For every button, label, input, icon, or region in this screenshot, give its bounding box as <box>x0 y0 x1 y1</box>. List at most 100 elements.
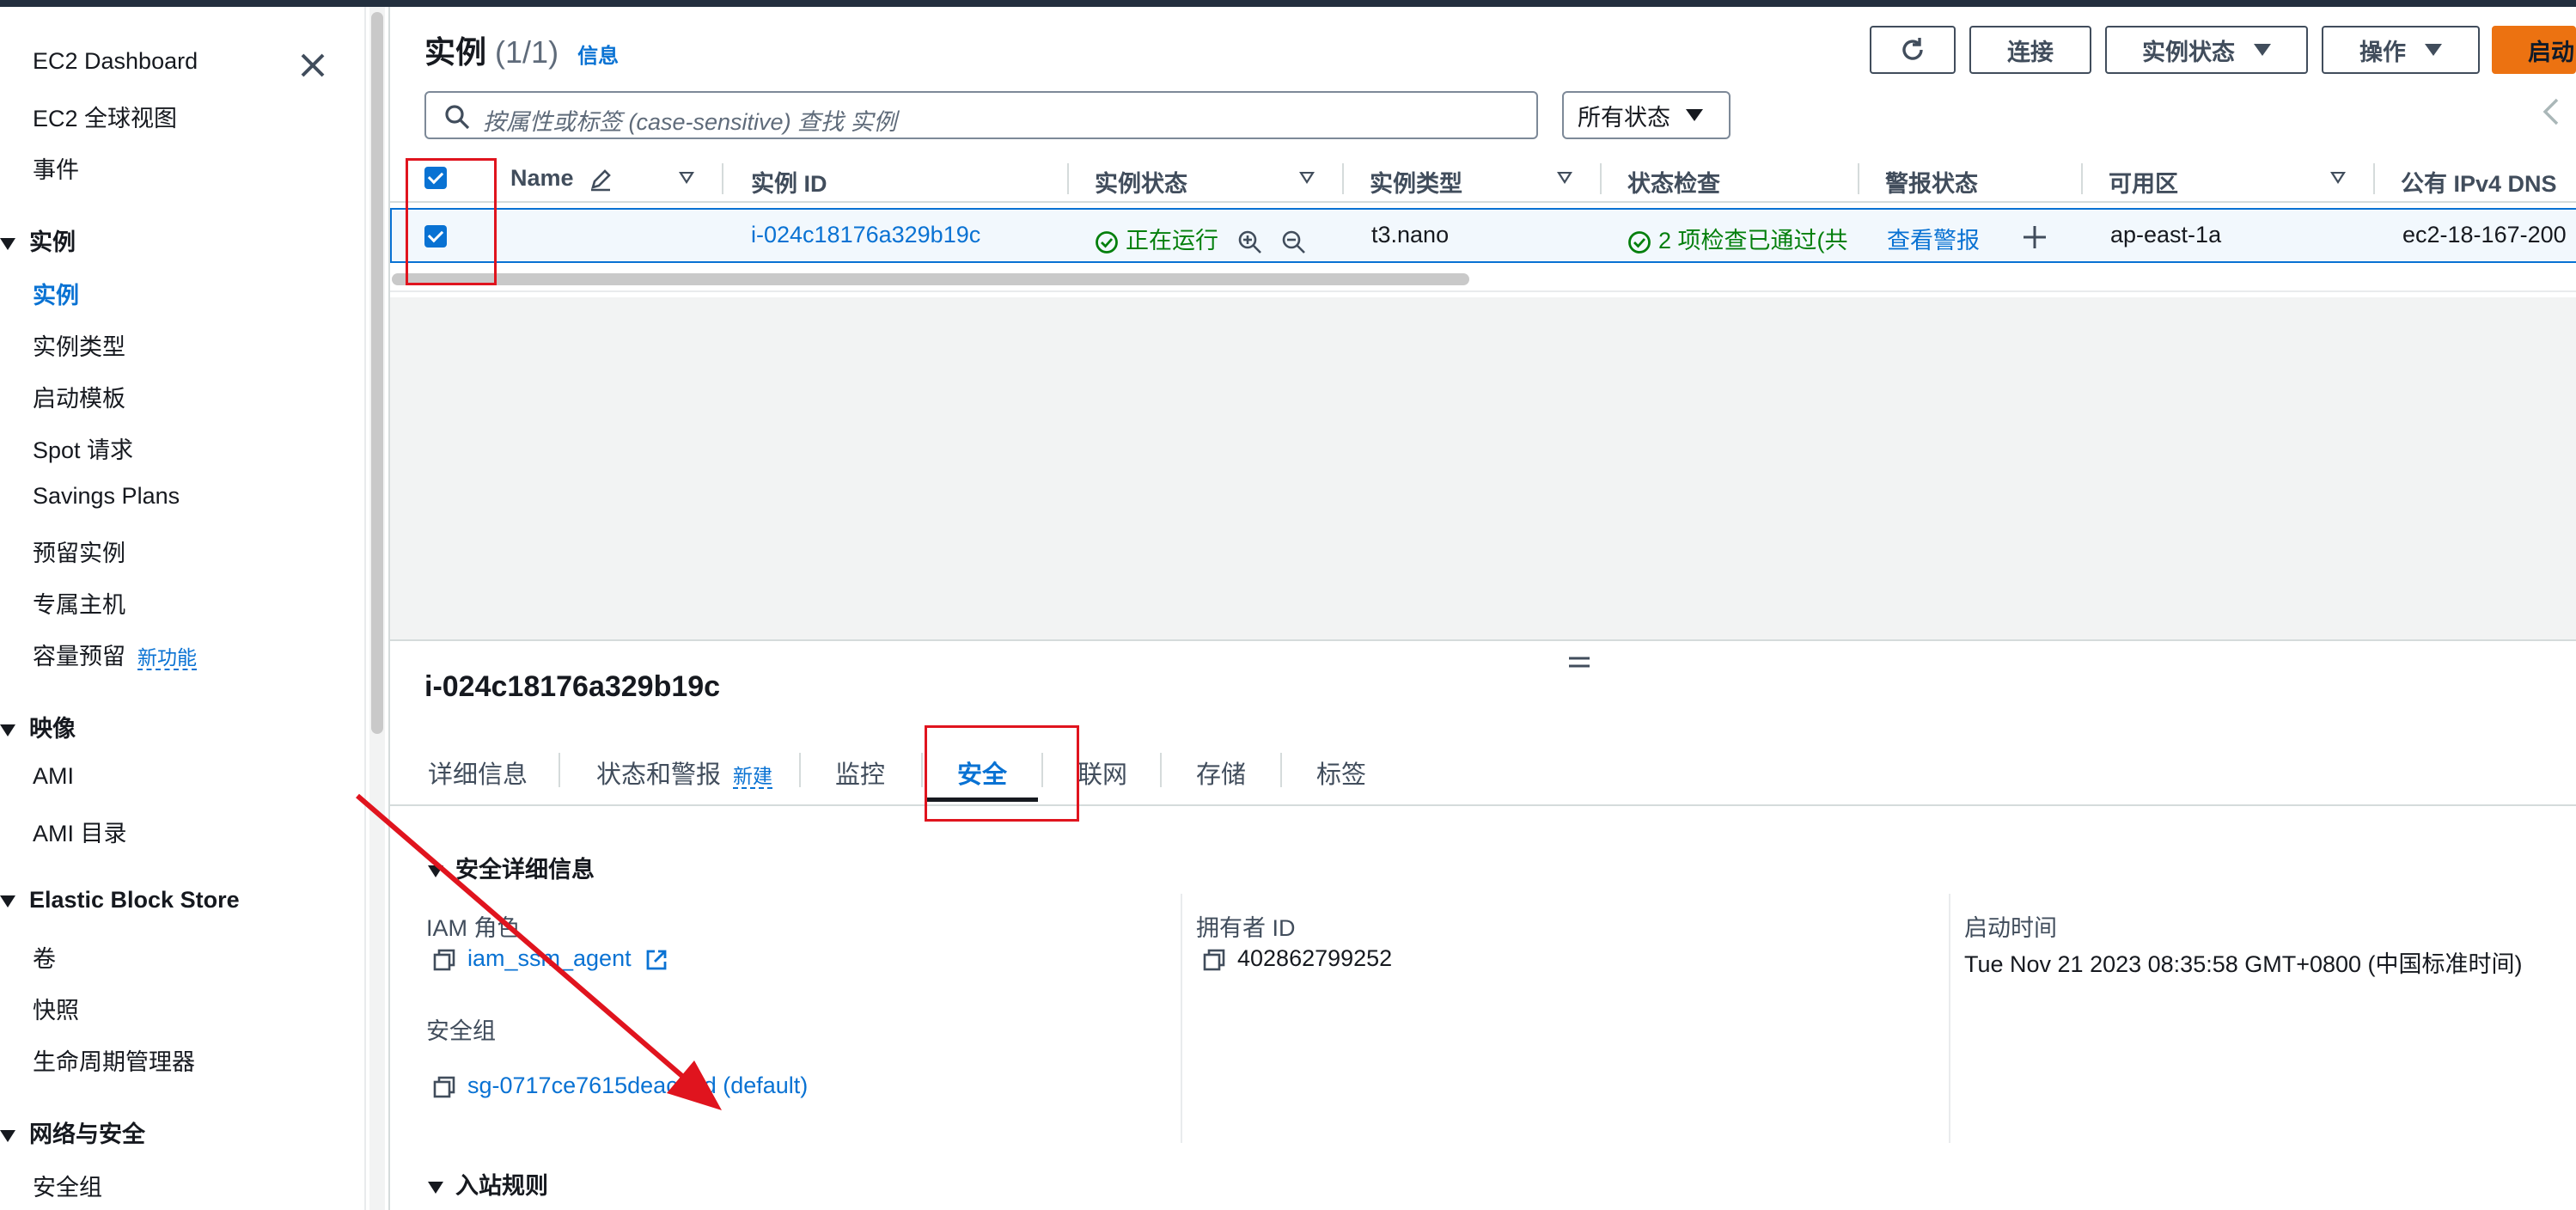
section-title: 入站规则 <box>455 1173 548 1199</box>
column-header-instance-state[interactable]: 实例状态 <box>1095 165 1187 199</box>
zoom-out-icon[interactable] <box>1281 229 1307 255</box>
chevron-left-icon[interactable] <box>2538 95 2564 129</box>
sort-icon[interactable] <box>1299 172 1315 184</box>
sidebar-item-ami-catalog[interactable]: AMI 目录 <box>33 815 127 848</box>
sidebar-item-reserved-instances[interactable]: 预留实例 <box>33 535 125 568</box>
security-group-value: sg-0717ce7615deaca7d (default) <box>433 1072 808 1099</box>
sidebar-item-volumes[interactable]: 卷 <box>33 940 56 974</box>
public-dns-cell: ec2-18-167-200 <box>2402 222 2567 248</box>
zoom-in-icon[interactable] <box>1237 229 1263 255</box>
tab-label: 状态和警报 <box>596 761 722 789</box>
sidebar-item-lifecycle-manager[interactable]: 生命周期管理器 <box>33 1043 195 1077</box>
column-resizer[interactable] <box>1858 163 1859 194</box>
sidebar-section-network-security[interactable]: 网络与安全 <box>0 1115 145 1149</box>
tab-tags[interactable]: 标签 <box>1316 755 1366 791</box>
tab-details[interactable]: 详细信息 <box>428 755 528 791</box>
info-link[interactable]: 信息 <box>577 45 619 68</box>
sidebar-section-instances[interactable]: 实例 <box>0 223 76 257</box>
edit-pencil-icon[interactable] <box>589 168 613 192</box>
tab-monitoring[interactable]: 监控 <box>835 755 885 791</box>
table-row[interactable]: i-024c18176a329b19c 正在运行 t3.nano 2 项检查已通… <box>390 208 2576 263</box>
annotation-highlight-security-tab <box>925 725 1079 822</box>
security-group-link[interactable]: sg-0717ce7615deaca7d (default) <box>467 1072 808 1098</box>
column-divider <box>1181 894 1182 1143</box>
sidebar-item-global-view[interactable]: EC2 全球视图 <box>33 100 177 133</box>
column-resizer[interactable] <box>1342 163 1344 194</box>
refresh-button[interactable] <box>1870 26 1956 74</box>
sort-icon[interactable] <box>2330 172 2346 184</box>
copy-icon[interactable] <box>433 1076 455 1098</box>
tab-separator <box>799 753 801 787</box>
add-alarm-icon[interactable] <box>2021 223 2048 251</box>
sidebar-item-events[interactable]: 事件 <box>33 151 79 185</box>
column-header-name[interactable]: Name <box>510 165 613 192</box>
sidebar-item-ami[interactable]: AMI <box>33 763 74 790</box>
sidebar-item-instance-types[interactable]: 实例类型 <box>33 328 125 362</box>
state-filter-value: 所有状态 <box>1578 104 1670 131</box>
sidebar-item-snapshots[interactable]: 快照 <box>33 992 79 1025</box>
column-header-availability-zone[interactable]: 可用区 <box>2109 165 2178 199</box>
annotation-highlight-checkbox <box>406 158 497 285</box>
copy-icon[interactable] <box>433 949 455 971</box>
table-horizontal-scrollbar[interactable] <box>392 273 1469 285</box>
drag-handle-icon <box>1569 657 1590 668</box>
tab-separator <box>1280 753 1282 787</box>
column-resizer[interactable] <box>1067 163 1069 194</box>
sidebar-item-spot-requests[interactable]: Spot 请求 <box>33 431 133 465</box>
sort-icon[interactable] <box>1557 172 1572 184</box>
column-resizer[interactable] <box>722 163 723 194</box>
column-label: Name <box>510 165 574 191</box>
table-bottom-border <box>390 290 2576 292</box>
actions-label: 操作 <box>2359 39 2406 65</box>
sidebar-item-capacity-reservations[interactable]: 容量预留 新功能 <box>33 638 197 671</box>
search-icon <box>445 105 470 130</box>
instance-state-label: 实例状态 <box>2142 39 2235 65</box>
close-icon[interactable] <box>296 48 330 82</box>
sidebar-item-savings-plans[interactable]: Savings Plans <box>33 483 180 510</box>
sidebar-item-launch-templates[interactable]: 启动模板 <box>33 380 125 413</box>
column-header-instance-type[interactable]: 实例类型 <box>1370 165 1462 199</box>
column-resizer[interactable] <box>2081 163 2083 194</box>
column-resizer[interactable] <box>1600 163 1602 194</box>
external-link-icon[interactable] <box>644 948 668 972</box>
launch-instances-button[interactable]: 启动 <box>2492 26 2576 74</box>
chevron-down-icon <box>1686 109 1703 121</box>
column-header-public-dns[interactable]: 公有 IPv4 DNS <box>2401 165 2557 199</box>
search-input[interactable]: 按属性或标签 (case-sensitive) 查找 实例 <box>424 91 1538 139</box>
sort-icon[interactable] <box>679 172 694 184</box>
iam-role-label: IAM 角色 <box>426 915 521 941</box>
page-title-text: 实例 <box>424 34 487 70</box>
column-resizer[interactable] <box>2373 163 2375 194</box>
sidebar-item-security-groups[interactable]: 安全组 <box>33 1169 102 1202</box>
actions-dropdown[interactable]: 操作 <box>2322 26 2480 74</box>
iam-role-link[interactable]: iam_ssm_agent <box>467 945 632 971</box>
tab-status-alarms[interactable]: 状态和警报 新建 <box>596 755 773 791</box>
collapse-caret-icon <box>0 895 15 908</box>
instance-state-dropdown[interactable]: 实例状态 <box>2105 26 2308 74</box>
tab-networking[interactable]: 联网 <box>1077 755 1127 791</box>
owner-id-text: 402862799252 <box>1237 945 1393 971</box>
sidebar-section-images[interactable]: 映像 <box>0 710 76 743</box>
connect-button[interactable]: 连接 <box>1969 26 2091 74</box>
column-header-status-check[interactable]: 状态检查 <box>1627 165 1720 199</box>
copy-icon[interactable] <box>1203 949 1225 971</box>
tab-storage[interactable]: 存储 <box>1196 755 1246 791</box>
split-panel-resize-handle[interactable] <box>1567 645 1591 678</box>
security-details-header[interactable]: 安全详细信息 <box>428 851 595 884</box>
state-filter-select[interactable]: 所有状态 <box>1562 91 1731 139</box>
split-panel-spacer <box>390 297 2576 641</box>
sidebar-section-ebs[interactable]: Elastic Block Store <box>0 887 240 914</box>
column-header-instance-id[interactable]: 实例 ID <box>751 165 827 199</box>
inbound-rules-header[interactable]: 入站规则 <box>428 1167 548 1201</box>
column-header-alarm-status[interactable]: 警报状态 <box>1885 165 1978 199</box>
sidebar-item-dedicated-hosts[interactable]: 专属主机 <box>33 586 125 620</box>
view-alarms-link[interactable]: 查看警报 <box>1887 222 1980 255</box>
instance-state-text: 正在运行 <box>1126 228 1218 254</box>
new-badge: 新建 <box>733 765 773 789</box>
column-divider <box>1949 894 1950 1143</box>
instance-id-link[interactable]: i-024c18176a329b19c <box>751 222 980 248</box>
sidebar-item-dashboard[interactable]: EC2 Dashboard <box>33 48 198 75</box>
sidebar-scrollbar-thumb[interactable] <box>371 12 383 734</box>
collapse-caret-icon <box>0 237 15 250</box>
sidebar-item-instances[interactable]: 实例 <box>33 277 79 310</box>
